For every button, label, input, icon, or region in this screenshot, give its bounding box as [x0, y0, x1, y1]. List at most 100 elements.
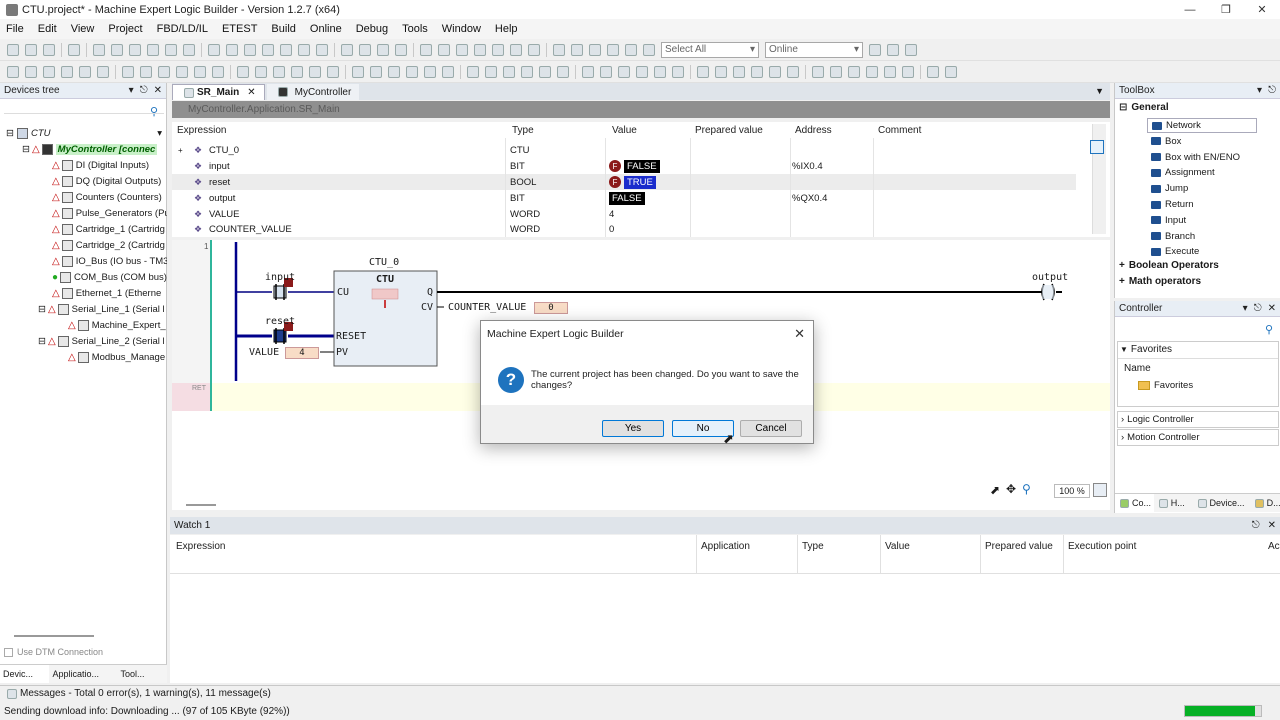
tree-controller[interactable]: ⊟ △ MyController [connec: [22, 141, 167, 157]
pin-icon[interactable]: ⎋: [1252, 520, 1260, 531]
table-row[interactable]: ❖ output BIT FALSE %QX0.4: [172, 190, 1076, 206]
tab-device[interactable]: Device...: [1193, 494, 1250, 512]
insert-label-icon[interactable]: [309, 65, 321, 78]
insert-assignment-icon[interactable]: [212, 65, 224, 78]
dropdown-icon[interactable]: ▾: [1243, 303, 1248, 314]
favorites-group[interactable]: ▼ Favorites: [1120, 344, 1172, 355]
minimize-icon[interactable]: —: [1172, 0, 1208, 19]
toolbox-group-math[interactable]: + Math operators: [1119, 276, 1201, 287]
watch-col-type[interactable]: Type: [802, 541, 824, 552]
monitor-icon[interactable]: [553, 43, 565, 56]
view-fbd-icon[interactable]: [557, 65, 569, 78]
coil-output-label[interactable]: output: [1032, 272, 1068, 283]
col-prepared-value[interactable]: Prepared value: [695, 122, 763, 138]
col-type[interactable]: Type: [512, 122, 534, 138]
tab-d[interactable]: D...: [1250, 494, 1280, 512]
stop-icon[interactable]: [395, 43, 407, 56]
insert-parallel-contact-icon[interactable]: [97, 65, 109, 78]
chevron-down-icon[interactable]: ▾: [157, 128, 162, 139]
remove-unused-pins-icon[interactable]: [521, 65, 533, 78]
bookmark-prev-icon[interactable]: [280, 43, 292, 56]
table-row[interactable]: ❖ VALUE WORD 4: [172, 206, 1076, 222]
align-left-icon[interactable]: [715, 65, 727, 78]
pointer-tool-icon[interactable]: ⬈: [990, 483, 1000, 497]
tab-hardware[interactable]: H...: [1154, 494, 1193, 512]
wizard-icon[interactable]: [905, 43, 917, 56]
menu-project[interactable]: Project: [108, 23, 142, 35]
write-values-icon[interactable]: [492, 43, 504, 56]
toolbox-item[interactable]: Assignment: [1151, 165, 1215, 180]
copy-icon[interactable]: [147, 43, 159, 56]
set-reset-icon[interactable]: [406, 65, 418, 78]
paste-icon[interactable]: [165, 43, 177, 56]
logic-controller-group[interactable]: › Logic Controller: [1117, 411, 1279, 428]
pan-tool-icon[interactable]: ✥: [1006, 482, 1016, 496]
toolbox-item[interactable]: Jump: [1151, 181, 1188, 196]
set-output-icon[interactable]: [327, 65, 339, 78]
search-icon[interactable]: ⚲: [1265, 323, 1273, 336]
messages-bar[interactable]: Messages - Total 0 error(s), 1 warning(s…: [0, 685, 1280, 701]
grid-icon[interactable]: [607, 43, 619, 56]
close-icon[interactable]: ✕: [154, 85, 162, 96]
toolbox-item[interactable]: Branch: [1151, 229, 1195, 244]
il-network-icon[interactable]: [945, 65, 957, 78]
delete-icon[interactable]: [183, 43, 195, 56]
insert-pin-icon[interactable]: [600, 65, 612, 78]
align-bottom-icon[interactable]: [769, 65, 781, 78]
tree-item[interactable]: ● COM_Bus (COM bus): [52, 269, 167, 285]
login-icon[interactable]: [341, 43, 353, 56]
menu-help[interactable]: Help: [495, 23, 518, 35]
menu-edit[interactable]: Edit: [38, 23, 57, 35]
watch-col-prepared-value[interactable]: Prepared value: [985, 541, 1053, 552]
col-comment[interactable]: Comment: [878, 122, 921, 138]
align-right-icon[interactable]: [733, 65, 745, 78]
toolbox-group-general[interactable]: ⊟ General: [1119, 102, 1169, 113]
build-icon[interactable]: [316, 43, 328, 56]
toolbox-item[interactable]: Box: [1151, 134, 1181, 149]
fbd-network-icon[interactable]: [902, 65, 914, 78]
view-il-icon[interactable]: [582, 65, 594, 78]
step-over-icon[interactable]: [420, 43, 432, 56]
insert-reset-coil-icon[interactable]: [158, 65, 170, 78]
tree-item[interactable]: △ Modbus_Manage: [68, 349, 167, 365]
tree-item[interactable]: △ DI (Digital Inputs): [52, 157, 167, 173]
insert-branch-start-icon[interactable]: [467, 65, 479, 78]
toggle-comment-icon[interactable]: [43, 65, 55, 78]
zoom-in-icon[interactable]: [787, 65, 799, 78]
ld-network-icon[interactable]: [927, 65, 939, 78]
toggle-param-icon[interactable]: [618, 65, 630, 78]
col-expression[interactable]: Expression: [177, 122, 226, 138]
tree-item[interactable]: △ Ethernet_1 (Etherne: [52, 285, 167, 301]
insert-contact-icon[interactable]: [61, 65, 73, 78]
table-row[interactable]: ❖ COUNTER_VALUE WORD 0: [172, 221, 1076, 237]
monitoring-icon[interactable]: [848, 65, 860, 78]
insert-return-icon[interactable]: [255, 65, 267, 78]
print-icon[interactable]: [68, 43, 80, 56]
cv-variable[interactable]: COUNTER_VALUE: [448, 302, 526, 313]
grid-toggle-icon[interactable]: [830, 65, 842, 78]
close-icon[interactable]: ✕: [247, 87, 255, 98]
toolbox-group-boolean[interactable]: + Boolean Operators: [1119, 260, 1219, 271]
close-icon[interactable]: ✕: [1268, 303, 1276, 314]
toolbox-item[interactable]: Input: [1151, 213, 1186, 228]
pin-icon[interactable]: ⎋: [1268, 85, 1276, 96]
cross-ref-icon[interactable]: [589, 43, 601, 56]
insert-set-coil-icon[interactable]: [140, 65, 152, 78]
pin-icon[interactable]: ⎋: [1254, 303, 1262, 314]
insert-above-icon[interactable]: [636, 65, 648, 78]
bookmark-next-icon[interactable]: [262, 43, 274, 56]
col-address[interactable]: Address: [795, 122, 832, 138]
search-icon[interactable]: [887, 43, 899, 56]
close-icon[interactable]: ✕: [1244, 0, 1280, 19]
menu-etest[interactable]: ETEST: [222, 23, 257, 35]
insert-negated-contact-icon[interactable]: [79, 65, 91, 78]
dropdown-icon[interactable]: ▾: [1257, 85, 1262, 96]
tab-tools[interactable]: Tool...: [118, 665, 167, 683]
insert-input-icon[interactable]: [273, 65, 285, 78]
tabs-dropdown-icon[interactable]: ▼: [1095, 86, 1104, 96]
start-icon[interactable]: [377, 43, 389, 56]
close-icon[interactable]: ✕: [1268, 520, 1276, 531]
use-dtm-checkbox[interactable]: Use DTM Connection: [4, 647, 103, 657]
motion-controller-group[interactable]: › Motion Controller: [1117, 429, 1279, 446]
disconnect-icon[interactable]: [697, 65, 709, 78]
